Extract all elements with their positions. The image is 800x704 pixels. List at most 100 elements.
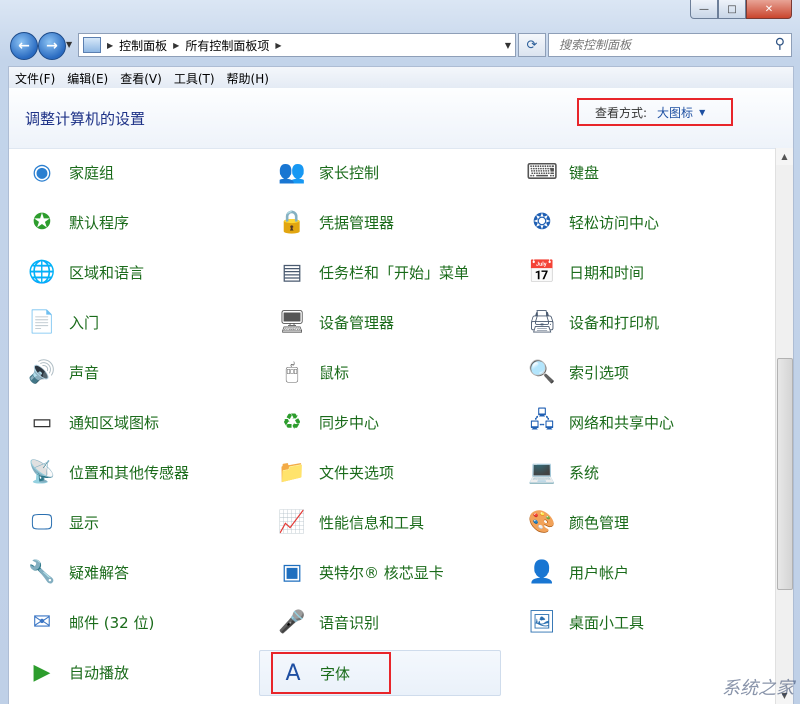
cp-item-label[interactable]: 轻松访问中心 <box>569 212 659 233</box>
sound-icon: 🔊 <box>25 355 59 389</box>
cp-item[interactable]: 📁文件夹选项 <box>259 450 499 494</box>
cp-item-label[interactable]: 默认程序 <box>69 212 129 233</box>
cp-item-label[interactable]: 家长控制 <box>319 162 379 183</box>
search-box[interactable]: ⚲ <box>548 33 792 57</box>
cp-item-label[interactable]: 性能信息和工具 <box>319 512 424 533</box>
cp-item[interactable]: 🎨 颜色管理 <box>509 500 749 544</box>
address-dropdown-icon[interactable]: ▼ <box>505 41 511 50</box>
vertical-scrollbar[interactable]: ▲ ▼ <box>775 148 793 704</box>
device-manager-icon: 🖥 <box>275 305 309 339</box>
caption-buttons: — □ ✕ <box>690 0 792 20</box>
cp-item[interactable]: 📅日期和时间 <box>509 250 749 294</box>
minimize-button[interactable]: — <box>690 0 718 19</box>
cp-item[interactable]: 💻 系统 <box>509 450 749 494</box>
cp-item-label[interactable]: 声音 <box>69 362 99 383</box>
cp-item[interactable]: ✉邮件 (32 位) <box>9 600 249 644</box>
cp-item[interactable]: ▭通知区域图标 <box>9 400 249 444</box>
cp-item-label[interactable]: 显示 <box>69 512 99 533</box>
cp-item-label[interactable]: 入门 <box>69 312 99 333</box>
menu-tools[interactable]: 工具(T) <box>168 70 221 87</box>
cp-item[interactable]: 🔊 声音 <box>9 350 249 394</box>
breadcrumb-control-panel[interactable]: 控制面板 <box>119 37 167 54</box>
cp-item[interactable]: 🖧网络和共享中心 <box>509 400 749 444</box>
search-icon[interactable]: ⚲ <box>775 36 785 52</box>
back-button[interactable]: ← <box>10 32 38 60</box>
cp-item[interactable]: ♻同步中心 <box>259 400 499 444</box>
cp-item[interactable]: 📈性能信息和工具 <box>259 500 499 544</box>
cp-item-label[interactable]: 同步中心 <box>319 412 379 433</box>
cp-item-label[interactable]: 凭据管理器 <box>319 212 394 233</box>
cp-item-label[interactable]: 区域和语言 <box>69 262 144 283</box>
view-by-label: 查看方式: <box>595 104 647 121</box>
refresh-button[interactable]: ⟳ <box>518 33 546 57</box>
cp-item[interactable]: 📄入门 <box>9 300 249 344</box>
color-management-icon: 🎨 <box>525 505 559 539</box>
cp-item[interactable]: ▣英特尔® 核芯显卡 <box>259 550 499 594</box>
cp-item[interactable]: ✪默认程序 <box>9 200 249 244</box>
cp-item-label[interactable]: 任务栏和「开始」菜单 <box>319 262 469 283</box>
cp-item-label[interactable]: 网络和共享中心 <box>569 412 674 433</box>
cp-item-label[interactable]: 通知区域图标 <box>69 412 159 433</box>
maximize-button[interactable]: □ <box>718 0 746 19</box>
view-by-selector[interactable]: 查看方式: 大图标 ▼ <box>577 98 733 126</box>
cp-item[interactable]: ⌨键盘 <box>509 150 749 194</box>
recent-pages-dropdown[interactable]: ▼ <box>66 40 72 49</box>
cp-item[interactable]: ▶自动播放 <box>9 650 249 694</box>
cp-item[interactable]: 🔍索引选项 <box>509 350 749 394</box>
cp-item[interactable]: ◉家庭组 <box>9 150 249 194</box>
cp-item-label[interactable]: 索引选项 <box>569 362 629 383</box>
cp-item[interactable]: 📡位置和其他传感器 <box>9 450 249 494</box>
cp-item-label[interactable]: 语音识别 <box>319 612 379 633</box>
menu-help[interactable]: 帮助(H) <box>221 70 275 87</box>
view-by-value[interactable]: 大图标 <box>657 104 693 121</box>
cp-item-label[interactable]: 家庭组 <box>69 162 114 183</box>
cp-item-label[interactable]: 颜色管理 <box>569 512 629 533</box>
cp-item-label[interactable]: 系统 <box>569 462 599 483</box>
cp-item[interactable]: 🔧疑难解答 <box>9 550 249 594</box>
cp-item-label[interactable]: 位置和其他传感器 <box>69 462 189 483</box>
menu-edit[interactable]: 编辑(E) <box>61 70 114 87</box>
cp-item-label[interactable]: 自动播放 <box>69 662 129 683</box>
cp-item-label[interactable]: 鼠标 <box>319 362 349 383</box>
chevron-right-icon[interactable]: ▶ <box>173 41 179 50</box>
system-icon: 💻 <box>525 455 559 489</box>
forward-button[interactable]: → <box>38 32 66 60</box>
scroll-up-arrow[interactable]: ▲ <box>776 148 793 165</box>
cp-item-label[interactable]: 文件夹选项 <box>319 462 394 483</box>
close-button[interactable]: ✕ <box>746 0 792 19</box>
search-input[interactable] <box>557 35 761 55</box>
cp-item-label[interactable]: 设备管理器 <box>319 312 394 333</box>
cp-item-label[interactable]: 英特尔® 核芯显卡 <box>319 562 444 583</box>
cp-item-label[interactable]: 疑难解答 <box>69 562 129 583</box>
chevron-right-icon[interactable]: ▶ <box>107 41 113 50</box>
chevron-right-icon[interactable]: ▶ <box>275 41 281 50</box>
cp-item-label[interactable]: 日期和时间 <box>569 262 644 283</box>
cp-item[interactable]: 🖥 设备管理器 <box>259 300 499 344</box>
address-bar[interactable]: ▶ 控制面板 ▶ 所有控制面板项 ▶ ▼ <box>78 33 516 57</box>
cp-item[interactable]: 🖨设备和打印机 <box>509 300 749 344</box>
cp-item[interactable]: 🖱 鼠标 <box>259 350 499 394</box>
menu-file[interactable]: 文件(F) <box>9 70 61 87</box>
taskbar-icon: ▤ <box>275 255 309 289</box>
cp-item[interactable]: 🎤语音识别 <box>259 600 499 644</box>
caret-down-icon[interactable]: ▼ <box>699 108 705 117</box>
cp-item-label[interactable]: 桌面小工具 <box>569 612 644 633</box>
cp-item[interactable]: ❂轻松访问中心 <box>509 200 749 244</box>
breadcrumb-all-items[interactable]: 所有控制面板项 <box>185 37 269 54</box>
cp-item[interactable]: 🔒凭据管理器 <box>259 200 499 244</box>
cp-item[interactable]: 👤用户帐户 <box>509 550 749 594</box>
scroll-thumb[interactable] <box>777 358 793 590</box>
cp-item-label[interactable]: 邮件 (32 位) <box>69 612 154 633</box>
cp-item[interactable]: 👥家长控制 <box>259 150 499 194</box>
cp-item[interactable]: 🖼桌面小工具 <box>509 600 749 644</box>
cp-item[interactable]: 🌐区域和语言 <box>9 250 249 294</box>
page-title: 调整计算机的设置 <box>25 108 145 129</box>
cp-item[interactable]: 🖵 显示 <box>9 500 249 544</box>
cp-item-label[interactable]: 键盘 <box>569 162 599 183</box>
cp-item[interactable]: ▤ 任务栏和「开始」菜单 <box>259 250 499 294</box>
display-icon: 🖵 <box>25 505 59 539</box>
cp-item-label[interactable]: 用户帐户 <box>569 562 629 583</box>
cp-item-label[interactable]: 设备和打印机 <box>569 312 659 333</box>
menu-view[interactable]: 查看(V) <box>114 70 168 87</box>
mouse-icon: 🖱 <box>275 355 309 389</box>
